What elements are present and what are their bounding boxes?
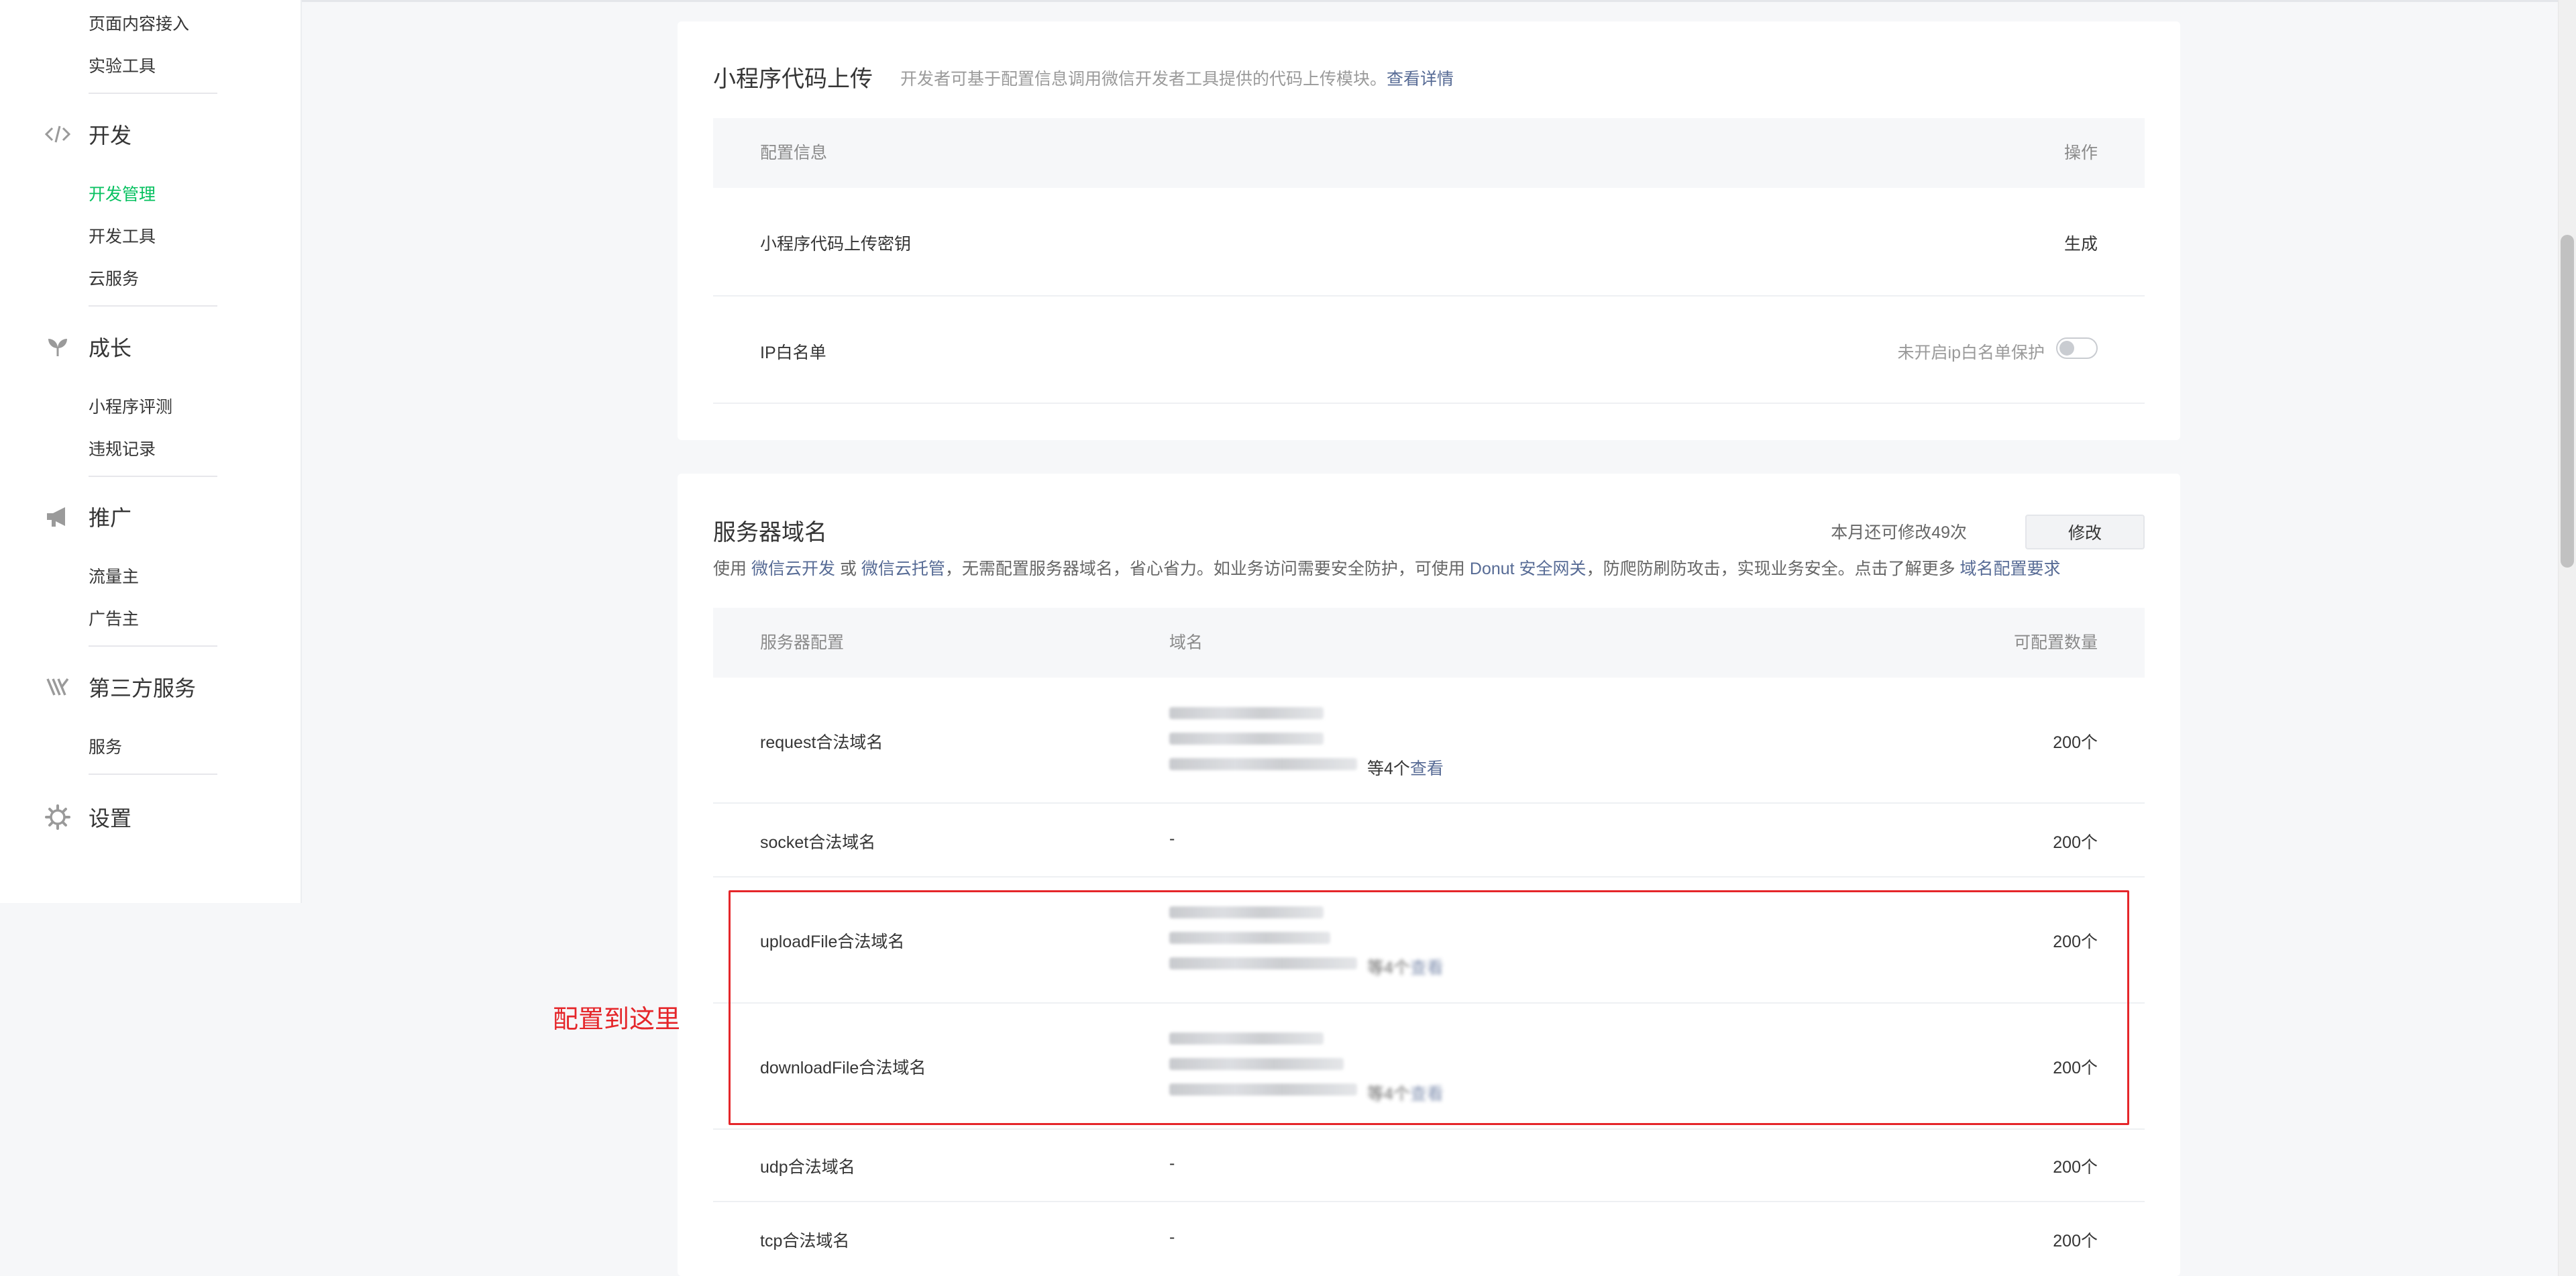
- domain-row-count: 200个: [2053, 1232, 2098, 1251]
- ip-whitelist-label: IP白名单: [760, 343, 826, 362]
- domain-row-name: request合法域名: [760, 733, 883, 752]
- sidebar-group-settings[interactable]: 设置: [43, 802, 131, 832]
- domain-row-name: tcp合法域名: [760, 1232, 850, 1251]
- top-border: [0, 0, 2576, 2]
- header-action: 操作: [2063, 144, 2098, 162]
- sidebar-item-evaluation[interactable]: 小程序评测: [89, 394, 172, 418]
- more-count-text: 等4个: [1367, 759, 1410, 778]
- highlight-box: [729, 890, 2129, 1125]
- server-domain-title: 服务器域名: [713, 520, 827, 545]
- row-divider: [713, 1201, 2145, 1202]
- toggle-knob: [2059, 341, 2074, 356]
- blurred-domain-value: [1169, 758, 1357, 770]
- sidebar-item-violation-records[interactable]: 违规记录: [89, 436, 156, 460]
- domain-row-count: 200个: [2053, 1158, 2098, 1177]
- header-count: 可配置数量: [2013, 633, 2098, 652]
- sidebar-item-dev-tools[interactable]: 开发工具: [89, 223, 156, 248]
- wechat-cloud-dev-link[interactable]: 微信云开发: [751, 560, 835, 578]
- domain-row-value: -: [1169, 1154, 1175, 1173]
- code-upload-desc-text: 开发者可基于配置信息调用微信开发者工具提供的代码上传模块。: [900, 70, 1387, 89]
- wechat-cloud-hosting-link[interactable]: 微信云托管: [861, 560, 945, 578]
- sidebar-item-experiment-tools[interactable]: 实验工具: [89, 53, 156, 77]
- third-party-icon: [43, 672, 72, 702]
- domain-table-header: 服务器配置 域名 可配置数量: [713, 608, 2145, 678]
- sidebar-divider: [89, 774, 217, 775]
- sidebar-item-cloud-service[interactable]: 云服务: [89, 266, 139, 290]
- sidebar-group-label: 推广: [89, 506, 132, 530]
- view-details-link[interactable]: 查看详情: [1387, 70, 1454, 89]
- annotation-label: 配置到这里: [553, 1006, 681, 1034]
- desc-text: 或: [839, 560, 857, 578]
- blurred-domain-value: [1169, 733, 1324, 745]
- header-server-config: 服务器配置: [760, 633, 845, 652]
- row-divider: [713, 403, 2145, 404]
- sidebar-item-dev-management[interactable]: 开发管理: [89, 181, 156, 205]
- sidebar-group-develop[interactable]: 开发: [43, 119, 131, 149]
- sidebar-group-label: 第三方服务: [89, 676, 197, 700]
- desc-text: 使用: [713, 560, 747, 578]
- domain-row-value: -: [1169, 1228, 1175, 1246]
- sidebar-item-advertiser[interactable]: 广告主: [89, 606, 139, 630]
- header-config-info: 配置信息: [760, 144, 828, 162]
- sidebar-group-third-party[interactable]: 第三方服务: [43, 672, 196, 702]
- generate-key-link[interactable]: 生成: [2064, 231, 2098, 255]
- domain-row-count: 200个: [2053, 833, 2098, 852]
- sidebar-group-label: 成长: [89, 336, 132, 360]
- ip-whitelist-toggle[interactable]: [2056, 337, 2098, 359]
- sidebar: 页面内容接入 实验工具 开发 开发管理 开发工具 云服务 成长 小程序评测 违规…: [0, 0, 302, 903]
- sidebar-item-page-content[interactable]: 页面内容接入: [89, 11, 189, 35]
- code-upload-title: 小程序代码上传: [713, 66, 873, 92]
- upload-key-label: 小程序代码上传密钥: [760, 235, 912, 254]
- sidebar-item-publisher[interactable]: 流量主: [89, 564, 139, 588]
- server-domain-desc: 使用 微信云开发 或 微信云托管，无需配置服务器域名，省心省力。如业务访问需要安…: [713, 555, 2061, 580]
- scrollbar-track[interactable]: [2558, 0, 2576, 1276]
- blurred-domain-value: [1169, 707, 1324, 719]
- modify-quota-text: 本月还可修改49次: [1831, 523, 1967, 542]
- code-upload-table-header: 配置信息 操作: [713, 118, 2145, 188]
- desc-text: ，无需配置服务器域名，省心省力。如业务访问需要安全防护，可使用: [945, 560, 1465, 578]
- row-divider: [713, 802, 2145, 804]
- sidebar-group-label: 开发: [89, 123, 132, 148]
- view-more-link[interactable]: 查看: [1410, 759, 1444, 778]
- sidebar-divider: [89, 645, 217, 647]
- megaphone-icon: [43, 502, 72, 531]
- domain-row-name: socket合法域名: [760, 833, 876, 852]
- donut-gateway-link[interactable]: Donut 安全网关: [1470, 560, 1587, 578]
- row-divider: [713, 1128, 2145, 1130]
- desc-text: ，防爬防刷防攻击，实现业务安全。点击了解更多: [1586, 560, 1955, 578]
- domain-row-name: udp合法域名: [760, 1158, 855, 1177]
- scrollbar-thumb[interactable]: [2561, 235, 2574, 568]
- sidebar-group-promotion[interactable]: 推广: [43, 502, 131, 531]
- modify-button[interactable]: 修改: [2025, 515, 2145, 549]
- ip-whitelist-status: 未开启ip白名单保护: [1897, 343, 2045, 362]
- row-divider: [713, 876, 2145, 878]
- sidebar-item-services[interactable]: 服务: [89, 734, 122, 758]
- code-upload-card: 小程序代码上传 开发者可基于配置信息调用微信开发者工具提供的代码上传模块。查看详…: [678, 21, 2180, 440]
- more-domains: 等4个查看: [1367, 755, 1444, 780]
- gear-icon: [43, 802, 72, 832]
- sidebar-group-label: 设置: [89, 806, 132, 831]
- sidebar-divider: [89, 305, 217, 307]
- sprout-icon: [43, 332, 72, 362]
- sidebar-group-growth[interactable]: 成长: [43, 332, 131, 362]
- code-icon: [43, 119, 72, 149]
- row-divider: [713, 295, 2145, 297]
- domain-row-count: 200个: [2053, 733, 2098, 752]
- domain-requirements-link[interactable]: 域名配置要求: [1960, 560, 2061, 578]
- sidebar-divider: [89, 93, 217, 94]
- server-domain-card: 服务器域名 本月还可修改49次 修改 使用 微信云开发 或 微信云托管，无需配置…: [678, 474, 2180, 1276]
- header-domain: 域名: [1169, 633, 1203, 652]
- sidebar-divider: [89, 476, 217, 477]
- domain-row-value: -: [1169, 829, 1175, 848]
- code-upload-desc: 开发者可基于配置信息调用微信开发者工具提供的代码上传模块。查看详情: [900, 66, 1454, 90]
